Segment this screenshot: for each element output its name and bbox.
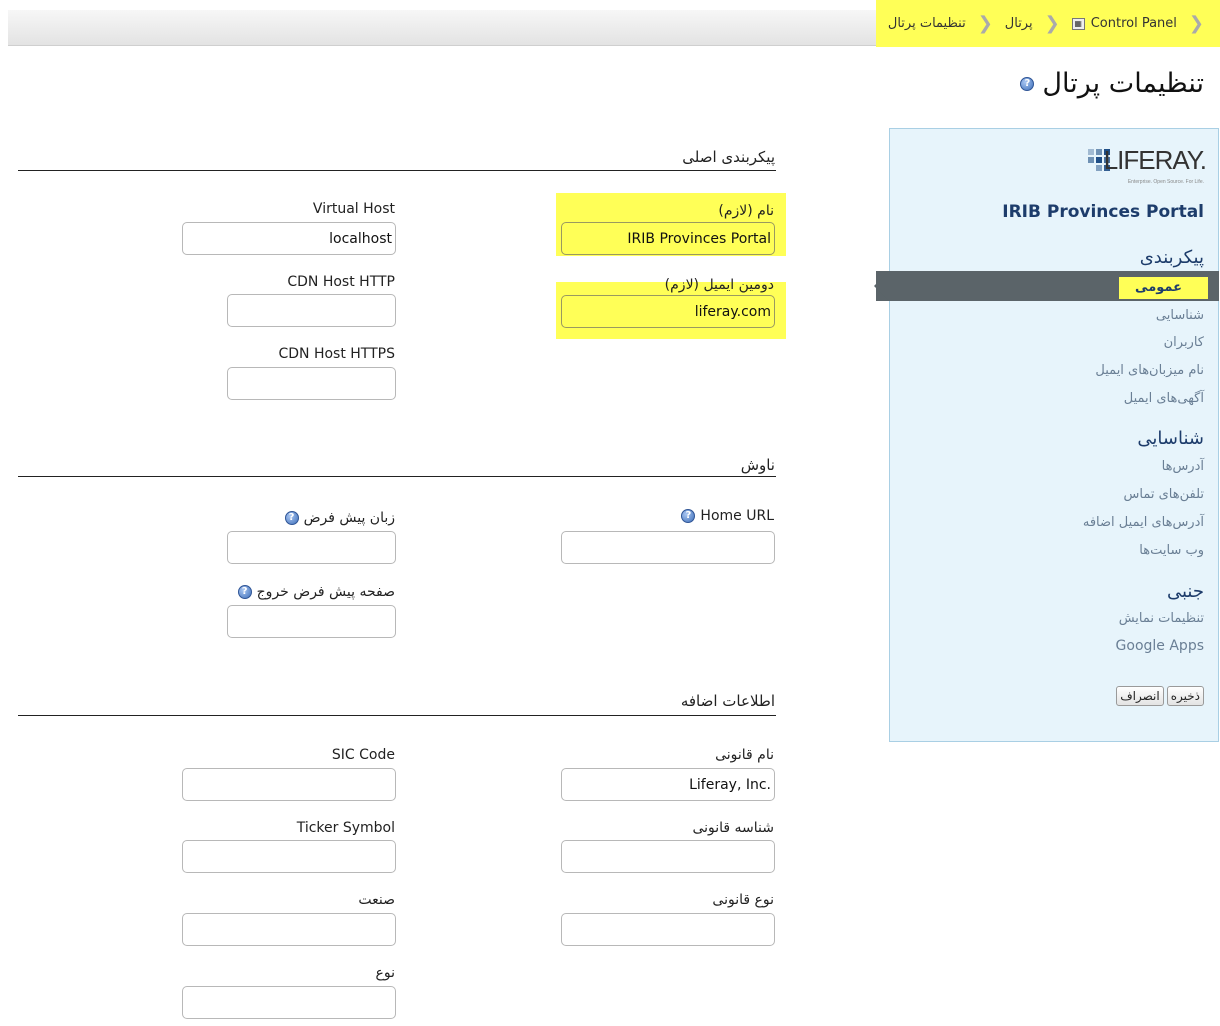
- ticker-symbol-input[interactable]: [182, 840, 396, 873]
- section-configuration: پیکربندی: [1139, 247, 1204, 268]
- legal-name-label: نام قانونی: [715, 747, 774, 763]
- section-title-main-config: پیکربندی اصلی: [682, 148, 775, 166]
- name-label: نام (لازم): [718, 203, 774, 219]
- page-title-text: تنظیمات پرتال: [1042, 68, 1204, 99]
- default-landing-input[interactable]: [227, 531, 396, 564]
- breadcrumb: تنظیمات پرتال ❯ پرتال ❯ ▦ Control Panel …: [875, 0, 1220, 47]
- type-input[interactable]: [182, 986, 396, 1019]
- default-landing-label: زبان پیش فرض: [303, 510, 395, 526]
- legal-id-input[interactable]: [561, 840, 775, 873]
- legal-type-input[interactable]: [561, 913, 775, 946]
- industry-label: صنعت: [358, 892, 395, 908]
- sidebar-item-websites[interactable]: وب سایت‌ها: [1139, 543, 1204, 558]
- ticker-symbol-label: Ticker Symbol: [296, 820, 395, 836]
- active-item-arrow: [874, 271, 889, 301]
- default-logout-input[interactable]: [227, 605, 396, 638]
- type-label: نوع: [375, 965, 395, 981]
- legal-type-label: نوع قانونی: [712, 892, 774, 908]
- help-icon[interactable]: ?: [237, 585, 252, 599]
- breadcrumb-item-portal-settings[interactable]: تنظیمات پرتال: [884, 16, 970, 31]
- cancel-button[interactable]: انصراف: [1116, 686, 1164, 706]
- logo-text: LIFERAY.: [1103, 145, 1207, 175]
- virtual-host-input[interactable]: localhost: [182, 222, 396, 255]
- industry-input[interactable]: [182, 913, 396, 946]
- home-url-input[interactable]: [561, 531, 775, 564]
- section-identification: شناسایی: [1137, 428, 1204, 449]
- section-title-navigation: ناوش: [740, 456, 775, 474]
- sidebar-item-display-settings[interactable]: تنظیمات نمایش: [1119, 611, 1204, 626]
- section-miscellaneous: جنبی: [1167, 581, 1204, 602]
- default-logout-label: صفحه پیش فرض خروج: [256, 584, 395, 600]
- default-logout-label-row: ? صفحه پیش فرض خروج: [237, 584, 395, 600]
- sidebar-item-additional-emails[interactable]: آدرس‌های ایمیل اضافه: [1083, 515, 1204, 530]
- sidebar-item-phone-numbers[interactable]: تلفن‌های تماس: [1124, 487, 1204, 502]
- breadcrumb-label[interactable]: Control Panel: [1091, 16, 1177, 31]
- sidebar-item-email-notifications[interactable]: آگهی‌های ایمیل: [1124, 391, 1204, 406]
- legal-id-label: شناسه قانونی: [692, 820, 774, 836]
- help-icon[interactable]: ?: [1020, 76, 1035, 91]
- sidebar-item-mail-host-names[interactable]: نام میزبان‌های ایمیل: [1095, 363, 1204, 378]
- name-input[interactable]: IRIB Provinces Portal: [561, 222, 775, 255]
- legal-name-input[interactable]: Liferay, Inc.: [561, 768, 775, 801]
- portal-name: IRIB Provinces Portal: [1002, 202, 1204, 222]
- section-title-additional-info: اطلاعات اضافه: [680, 692, 775, 710]
- sidebar-buttons: ذخیره انصراف: [1116, 686, 1204, 706]
- sic-code-label: SIC Code: [331, 747, 395, 763]
- help-icon[interactable]: ?: [284, 511, 299, 525]
- control-panel-icon: ▦: [1071, 17, 1085, 30]
- breadcrumb-separator: ❯: [977, 13, 993, 34]
- breadcrumb-item-portal[interactable]: پرتال: [1001, 16, 1037, 31]
- cdn-http-input[interactable]: [227, 294, 396, 327]
- cdn-http-label: CDN Host HTTP: [287, 274, 395, 290]
- sic-code-input[interactable]: [182, 768, 396, 801]
- default-landing-label-row: ? زبان پیش فرض: [284, 510, 395, 526]
- sidebar-item-general[interactable]: عمومی: [1119, 277, 1208, 299]
- section-divider: [18, 715, 776, 716]
- home-url-label-row: ? Home URL: [681, 508, 774, 524]
- section-divider: [18, 170, 776, 171]
- breadcrumb-label[interactable]: تنظیمات پرتال: [888, 16, 966, 31]
- breadcrumb-label[interactable]: پرتال: [1005, 16, 1033, 31]
- breadcrumb-separator: ❯: [1188, 13, 1204, 34]
- home-url-label: Home URL: [700, 508, 774, 524]
- sidebar-item-addresses[interactable]: آدرس‌ها: [1162, 459, 1204, 474]
- cdn-https-input[interactable]: [227, 367, 396, 400]
- mail-domain-input[interactable]: liferay.com: [561, 295, 775, 328]
- sidebar-item-users[interactable]: کاربران: [1164, 335, 1204, 350]
- page-title: تنظیمات پرتال ?: [1020, 68, 1204, 99]
- sidebar-item-identification[interactable]: شناسایی: [1156, 308, 1204, 323]
- section-divider: [18, 476, 776, 477]
- save-button[interactable]: ذخیره: [1166, 686, 1204, 706]
- breadcrumb-separator: ❯: [1044, 13, 1060, 34]
- cdn-https-label: CDN Host HTTPS: [278, 346, 395, 362]
- liferay-logo: LIFERAY. Enterprise. Open Source. For Li…: [1088, 145, 1207, 187]
- help-icon[interactable]: ?: [681, 509, 696, 523]
- sidebar: LIFERAY. Enterprise. Open Source. For Li…: [874, 128, 1219, 742]
- sidebar-item-google-apps[interactable]: Google Apps: [1116, 638, 1204, 654]
- logo-tagline: Enterprise. Open Source. For Life.: [1127, 179, 1204, 185]
- breadcrumb-item-control-panel[interactable]: ▦ Control Panel: [1068, 16, 1181, 31]
- mail-domain-label: دومین ایمیل (لازم): [664, 277, 774, 293]
- virtual-host-label: Virtual Host: [312, 201, 395, 217]
